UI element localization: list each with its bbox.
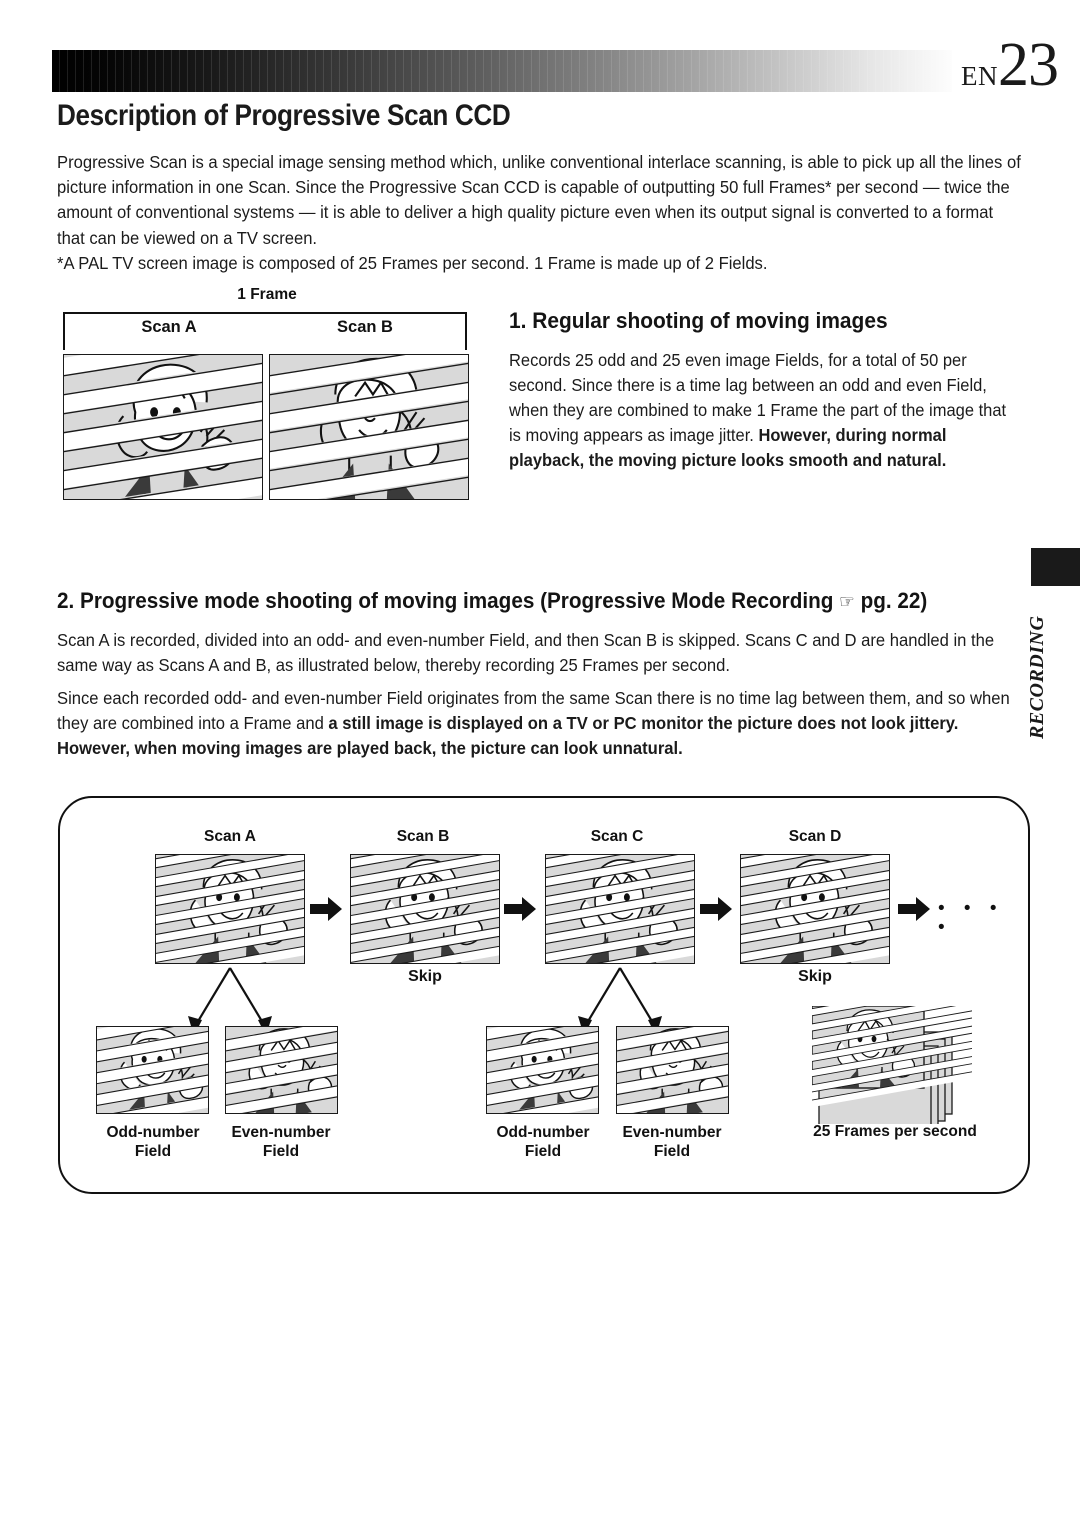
frames-per-second-label: 25 Frames per second: [813, 1123, 977, 1140]
even-field-image-2: [616, 1026, 729, 1114]
skip-label-b: Skip: [408, 968, 442, 985]
frame-scan-b-label: Scan B: [337, 318, 393, 336]
even-field-label-2: Even-number Field: [611, 1123, 733, 1161]
even-field-label-2-line1: Even-number: [622, 1124, 722, 1141]
even-field-label-1-line1: Even-number: [231, 1124, 331, 1141]
diagram-scan-c-image: [545, 854, 695, 964]
section2-heading-after: pg. 22): [854, 588, 928, 613]
side-tab-label: RECORDING: [1026, 615, 1048, 739]
pointing-hand-icon: ☞: [839, 591, 855, 613]
flow-arrow-2: [504, 896, 536, 922]
arrow-right-icon: [700, 897, 732, 921]
odd-field-illustration: [487, 1027, 598, 1113]
odd-field-label-1: Odd-number Field: [92, 1123, 214, 1161]
diagram-scan-d-image: [740, 854, 890, 964]
intro-footnote: *A PAL TV screen image is composed of 25…: [57, 253, 768, 273]
frame-scan-a-label: Scan A: [141, 318, 197, 336]
girl-illustration-full-c: [546, 855, 694, 963]
girl-illustration-full-b: [351, 855, 499, 963]
odd-field-label-2-line1: Odd-number: [496, 1124, 590, 1141]
diagram-scan-b-label: Scan B: [396, 828, 450, 845]
section1-body: Records 25 odd and 25 even image Fields,…: [509, 348, 1018, 473]
diagram-scan-a-label: Scan A: [204, 828, 256, 845]
scan-b-illustration: [270, 355, 468, 499]
progressive-mode-diagram: Scan A Scan B Scan C Scan D • • • • Skip…: [58, 796, 1030, 1194]
odd-field-image-1: [96, 1026, 209, 1114]
scan-a-illustration: [64, 355, 262, 499]
page-title: Description of Progressive Scan CCD: [57, 99, 511, 132]
frame-stack-image: [774, 978, 999, 1136]
section2-paragraph-2: Since each recorded odd- and even-number…: [57, 686, 1022, 762]
gradient-stripes: [52, 50, 952, 92]
stacked-frames-illustration: [774, 978, 999, 1136]
even-field-image-1: [225, 1026, 338, 1114]
odd-field-label-1-line2: Field: [134, 1143, 172, 1160]
odd-field-label-2-line2: Field: [524, 1143, 562, 1160]
even-field-illustration: [226, 1027, 337, 1113]
frame-scan-a-image: [63, 354, 263, 500]
page-number-prefix: EN: [961, 61, 998, 91]
intro-paragraph: Progressive Scan is a special image sens…: [57, 152, 1021, 248]
girl-illustration-full-d: [741, 855, 889, 963]
side-tab-marker: [1031, 548, 1080, 586]
odd-field-label-1-line1: Odd-number: [106, 1124, 200, 1141]
flow-arrow-1: [310, 896, 342, 922]
page-number-value: 23: [998, 31, 1059, 99]
section2-heading: 2. Progressive mode shooting of moving i…: [57, 588, 927, 614]
frame-diagram: 1 Frame Scan A Scan B: [57, 286, 477, 516]
diagram-scan-b-image: [350, 854, 500, 964]
document-page: EN23 Description of Progressive Scan CCD…: [0, 0, 1080, 1533]
flow-arrow-4: [898, 896, 930, 922]
odd-field-image-2: [486, 1026, 599, 1114]
odd-field-label-2: Odd-number Field: [482, 1123, 604, 1161]
girl-illustration-full-a: [156, 855, 304, 963]
even-field-illustration: [617, 1027, 728, 1113]
arrow-right-icon: [504, 897, 536, 921]
skip-label-d: Skip: [798, 968, 832, 985]
section1-heading: 1. Regular shooting of moving images: [509, 308, 888, 333]
continuation-dots: • • • •: [938, 898, 1004, 938]
section2-paragraph-1: Scan A is recorded, divided into an odd-…: [57, 630, 995, 676]
even-field-label-2-line2: Field: [653, 1143, 691, 1160]
diagram-scan-c-label: Scan C: [590, 828, 644, 845]
section2-heading-before: 2. Progressive mode shooting of moving i…: [57, 588, 840, 613]
odd-field-illustration: [97, 1027, 208, 1113]
arrow-right-icon: [898, 897, 930, 921]
diagram-scan-a-image: [155, 854, 305, 964]
arrow-right-icon: [310, 897, 342, 921]
even-field-label-1-line2: Field: [262, 1143, 300, 1160]
frame-scan-b-image: [269, 354, 469, 500]
even-field-label-1: Even-number Field: [220, 1123, 342, 1161]
frame-diagram-title: 1 Frame: [237, 286, 297, 303]
header-gradient-bar: [52, 50, 952, 92]
flow-arrow-3: [700, 896, 732, 922]
diagram-scan-d-label: Scan D: [788, 828, 842, 845]
page-number-block: EN23: [961, 31, 1059, 99]
